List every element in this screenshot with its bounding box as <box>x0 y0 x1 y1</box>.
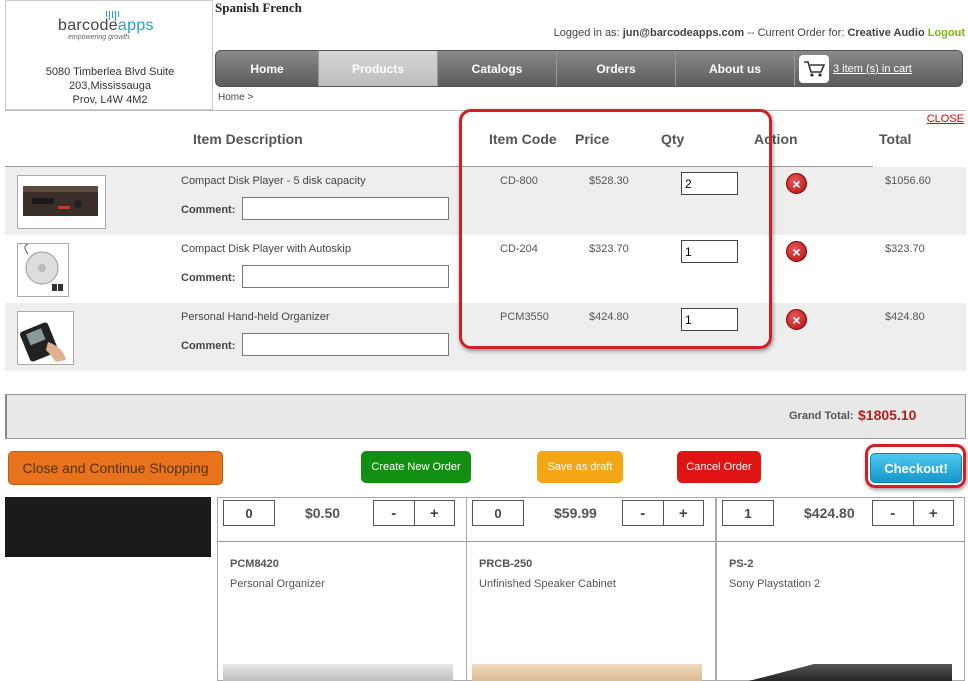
quantity-stepper[interactable]: - + <box>872 500 954 526</box>
item-total: $424.80 <box>885 311 925 323</box>
minus-button[interactable]: - <box>623 501 663 525</box>
item-total: $323.70 <box>885 243 925 255</box>
comment-label: Comment: <box>181 204 236 216</box>
logo[interactable]: barcodeapps <box>58 17 154 35</box>
logout-link[interactable]: Logout <box>928 27 965 39</box>
product-price: $0.50 <box>305 505 341 521</box>
comment-input[interactable] <box>242 197 449 220</box>
product-card: 1 $424.80 - + PS-2 Sony Playstation 2 <box>716 497 965 681</box>
grand-total-value: $1805.10 <box>858 407 917 423</box>
product-controls: 1 $424.80 - + <box>717 498 964 542</box>
product-code: PS-2 <box>729 558 754 570</box>
product-count[interactable]: 0 <box>472 500 524 526</box>
product-count[interactable]: 0 <box>223 500 275 526</box>
quantity-stepper[interactable]: - + <box>622 500 704 526</box>
nav-catalogs[interactable]: Catalogs <box>438 51 557 86</box>
minus-button[interactable]: - <box>374 501 414 525</box>
product-code: PCM8420 <box>230 558 279 570</box>
product-price: $424.80 <box>804 505 855 521</box>
header-item-description: Item Description <box>193 131 303 147</box>
product-count[interactable]: 1 <box>722 500 774 526</box>
cart-summary[interactable]: 3 item (s) in cart <box>795 51 962 86</box>
plus-button[interactable]: + <box>912 501 954 525</box>
product-image <box>223 664 453 681</box>
comment-input[interactable] <box>242 265 449 288</box>
product-image <box>745 664 952 681</box>
item-description: Compact Disk Player with Autoskip <box>181 243 351 255</box>
item-total: $1056.60 <box>885 175 931 187</box>
comment-input[interactable] <box>242 333 449 356</box>
product-card: 0 $59.99 - + PRCB-250 Unfinished Speaker… <box>466 497 716 681</box>
language-links[interactable]: Spanish French <box>215 0 302 16</box>
close-cart-link[interactable]: CLOSE <box>927 113 964 125</box>
logo-tagline: empowering growth. <box>68 34 132 41</box>
plus-button[interactable]: + <box>413 501 455 525</box>
delete-icon[interactable]: × <box>786 241 807 262</box>
nav-home[interactable]: Home <box>216 51 319 86</box>
item-description: Compact Disk Player - 5 disk capacity <box>181 175 366 187</box>
create-new-order-button[interactable]: Create New Order <box>361 451 471 483</box>
product-card: 0 $0.50 - + PCM8420 Personal Organizer <box>217 497 467 681</box>
nav-orders[interactable]: Orders <box>557 51 676 86</box>
grand-total-bar: Grand Total: $1805.10 <box>5 394 966 439</box>
product-controls: 0 $0.50 - + <box>218 498 466 542</box>
portable-cd-icon <box>17 243 69 297</box>
sidebar-dark-block <box>5 497 211 557</box>
comment-label: Comment: <box>181 272 236 284</box>
product-controls: 0 $59.99 - + <box>467 498 715 542</box>
plus-button[interactable]: + <box>662 501 704 525</box>
highlight-annotation <box>459 109 772 349</box>
cancel-order-button[interactable]: Cancel Order <box>677 451 761 483</box>
header-total: Total <box>879 131 912 147</box>
delete-icon[interactable]: × <box>786 173 807 194</box>
nav-products[interactable]: Products <box>319 51 438 86</box>
item-description: Personal Hand-held Organizer <box>181 311 330 323</box>
main-nav: Home Products Catalogs Orders About us 3… <box>215 50 963 87</box>
shopping-cart-icon[interactable] <box>799 54 829 83</box>
logo-block: barcodeapps empowering growth. 5080 Timb… <box>5 0 213 110</box>
product-name: Unfinished Speaker Cabinet <box>479 578 616 590</box>
cd-player-icon <box>17 175 106 229</box>
comment-label: Comment: <box>181 340 236 352</box>
product-image <box>472 664 702 681</box>
login-status: Logged in as: jun@barcodeapps.com -- Cur… <box>553 27 965 39</box>
breadcrumb[interactable]: Home > <box>218 92 253 103</box>
organizer-icon <box>17 311 74 365</box>
cart-link[interactable]: 3 item (s) in cart <box>833 63 912 75</box>
quantity-stepper[interactable]: - + <box>373 500 455 526</box>
product-price: $59.99 <box>554 505 597 521</box>
product-name: Personal Organizer <box>230 578 325 590</box>
product-name: Sony Playstation 2 <box>729 578 821 590</box>
minus-button[interactable]: - <box>873 501 913 525</box>
delete-icon[interactable]: × <box>786 309 807 330</box>
checkout-highlight-annotation <box>865 444 966 488</box>
grand-total-label: Grand Total: <box>789 410 854 422</box>
nav-about[interactable]: About us <box>676 51 795 86</box>
continue-shopping-button[interactable]: Close and Continue Shopping <box>8 451 223 485</box>
store-address: 5080 Timberlea Blvd Suite 203,Mississaug… <box>45 66 175 106</box>
product-code: PRCB-250 <box>479 558 533 570</box>
save-draft-button[interactable]: Save as draft <box>537 451 623 483</box>
